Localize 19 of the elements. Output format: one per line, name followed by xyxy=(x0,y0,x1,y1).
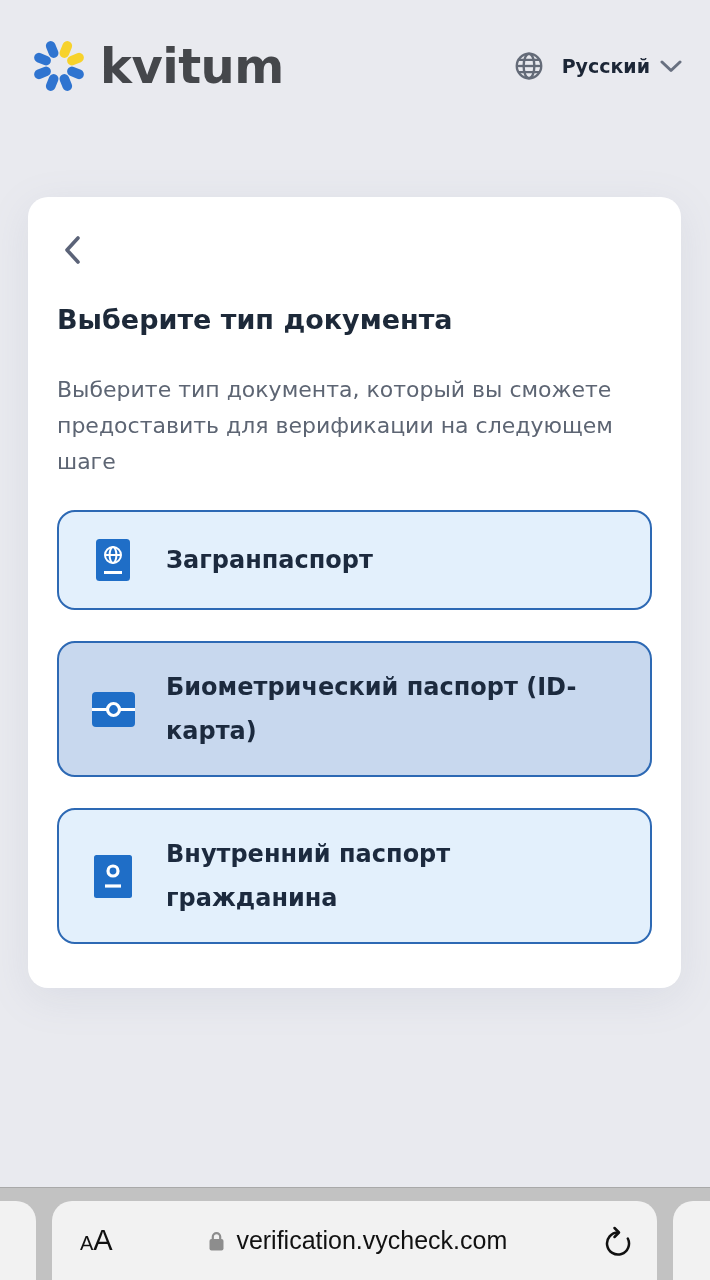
id-card-icon xyxy=(91,691,135,727)
logo-wordmark: kvitum xyxy=(100,42,284,90)
reload-icon[interactable] xyxy=(604,1225,632,1256)
back-icon[interactable] xyxy=(62,235,82,265)
address-bar[interactable]: AA verification.vycheck.com xyxy=(52,1201,657,1280)
page-title: Выберите тип документа xyxy=(57,303,454,337)
url-text: verification.vycheck.com xyxy=(236,1226,508,1255)
passport-icon xyxy=(96,539,130,581)
language-selector[interactable]: Русский xyxy=(514,52,682,80)
document-option[interactable]: Загранпаспорт xyxy=(57,510,652,610)
lock-icon xyxy=(209,1230,225,1251)
globe-icon xyxy=(514,52,543,80)
description-text: Выберите тип документа, который вы сможете предоставить для верификации на следующем шаге xyxy=(57,376,614,476)
document-option[interactable]: Внутренний паспорт гражданина xyxy=(57,808,652,944)
document-option[interactable]: Биометрический паспорт (ID-карта) xyxy=(57,641,652,777)
profile-document-icon xyxy=(94,854,132,898)
logo-icon xyxy=(32,39,86,93)
caret-icon xyxy=(660,59,682,73)
text-size-button[interactable]: AA xyxy=(80,1226,113,1255)
